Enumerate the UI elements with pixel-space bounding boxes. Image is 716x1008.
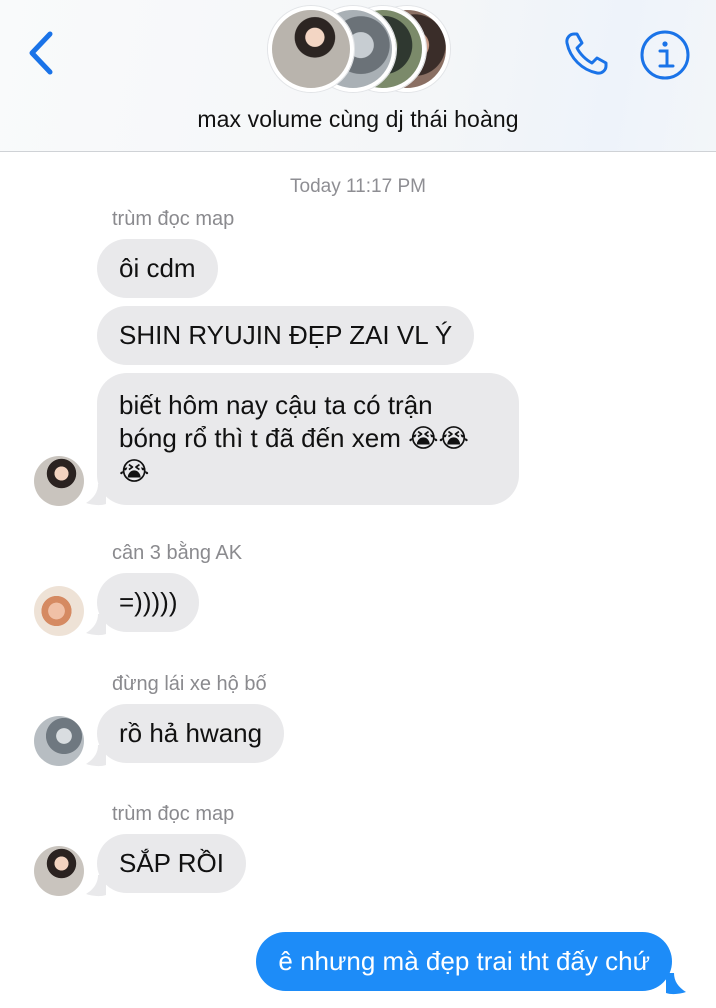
phone-icon <box>565 32 608 75</box>
bubble-tail <box>86 745 106 767</box>
outgoing-bubble-tail <box>666 973 686 995</box>
message-bubble[interactable]: biết hôm nay cậu ta có trận bóng rổ thì … <box>97 373 519 505</box>
sender-name: trùm đọc map <box>112 803 235 825</box>
group-title[interactable]: max volume cùng dj thái hoàng <box>0 106 716 133</box>
bubble-tail <box>86 614 106 636</box>
bubble-tail <box>86 875 106 897</box>
info-icon <box>640 30 690 80</box>
member-avatar <box>268 6 354 92</box>
message-bubble[interactable]: SHIN RYUJIN ĐẸP ZAI VL Ý <box>97 306 475 365</box>
avatar[interactable] <box>34 846 84 896</box>
chat-screen: max volume cùng dj thái hoàng Today 11:1… <box>0 0 716 1008</box>
message-timestamp: Today 11:17 PM <box>290 176 426 197</box>
back-button[interactable] <box>22 28 62 78</box>
avatar[interactable] <box>34 586 84 636</box>
call-button[interactable] <box>560 28 612 80</box>
outgoing-message-bubble[interactable]: ê nhưng mà đẹp trai tht đấy chứ <box>256 932 672 991</box>
avatar[interactable] <box>34 716 84 766</box>
message-bubble[interactable]: ôi cdm <box>97 239 218 298</box>
back-chevron-icon <box>29 31 53 75</box>
group-avatar-stack[interactable] <box>268 6 450 96</box>
message-bubble[interactable]: =))))) <box>97 573 200 632</box>
message-bubble[interactable]: rồ hả hwang <box>97 704 285 763</box>
message-text: biết hôm nay cậu ta có trận bóng rổ thì … <box>119 390 469 486</box>
info-button[interactable] <box>638 28 692 82</box>
avatar[interactable] <box>34 456 84 506</box>
sender-name: cân 3 bằng AK <box>112 542 243 564</box>
sender-name: trùm đọc map <box>112 208 235 230</box>
message-bubble[interactable]: SẮP RỒI <box>97 834 247 893</box>
bubble-tail <box>86 484 106 506</box>
chat-header: max volume cùng dj thái hoàng <box>0 0 716 152</box>
sender-name: đừng lái xe hộ bố <box>112 673 267 695</box>
